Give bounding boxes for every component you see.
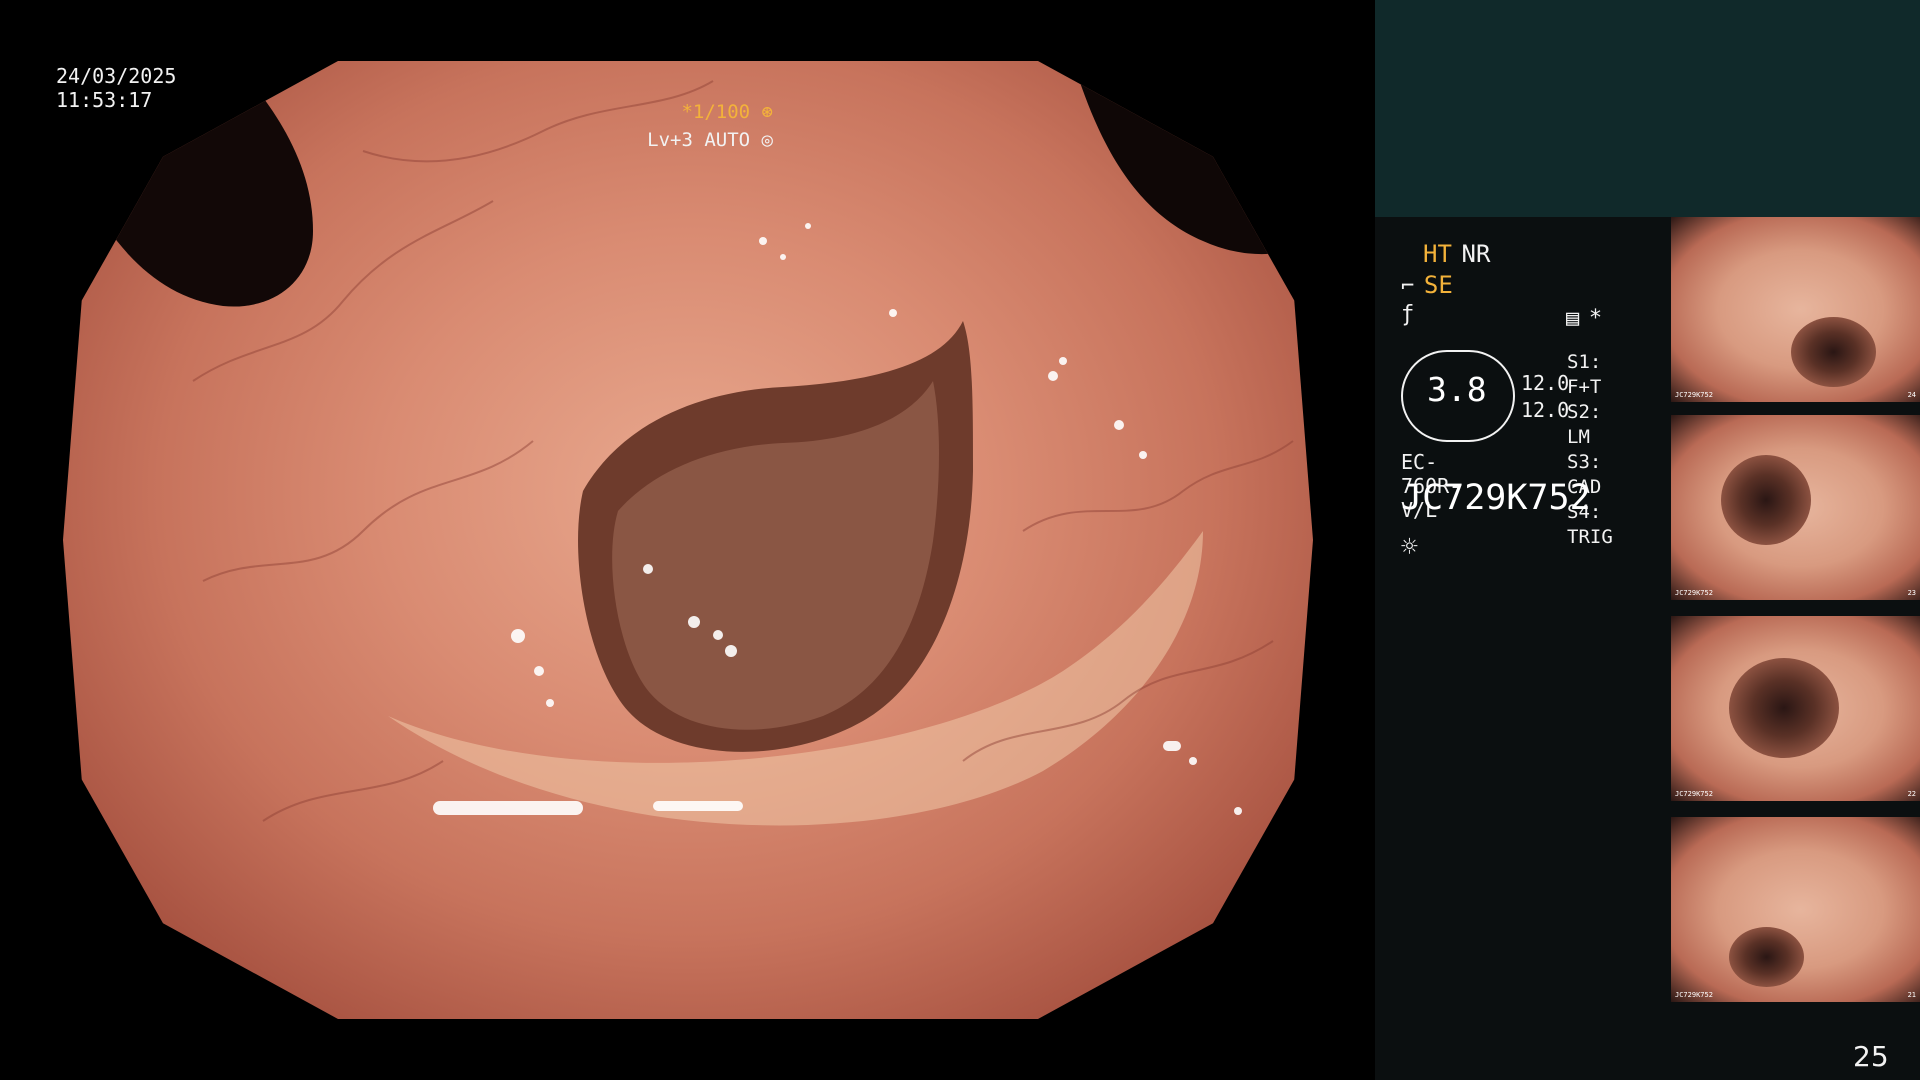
lv-setting: Lv+3 AUTO ◎ (647, 126, 773, 154)
hex-indicator: 3.8 (1401, 350, 1515, 442)
freeze-icon: ƒ (1401, 302, 1415, 327)
right-info-panel: HT NR ⌐ SE ƒ ▤ * 3.8 12.0 12.0 S1: F+T S… (1375, 0, 1920, 1080)
exam-time: 11:53:17 (56, 88, 153, 112)
scope-icon: ⌐ (1401, 274, 1415, 299)
switch-key: S1 (1567, 351, 1590, 373)
iris-icon: ◎ (761, 129, 773, 151)
thumb-label: JC729K752 (1675, 391, 1713, 399)
thumb-lumen (1791, 317, 1876, 387)
thumbnail-24[interactable]: JC729K752 24 (1671, 217, 1920, 402)
nr-label: NR (1461, 240, 1491, 268)
asterisk-label: * (1588, 306, 1603, 331)
panel-top-band (1375, 0, 1920, 217)
hex-side-values: 12.0 12.0 (1521, 370, 1569, 424)
thumbnail-23[interactable]: JC729K752 23 (1671, 415, 1920, 600)
thumb-number: 24 (1907, 391, 1916, 399)
switch-key: S3 (1567, 451, 1590, 473)
switch-key: S2 (1567, 401, 1590, 423)
datetime-block: 24/03/2025 11:53:17 (56, 64, 176, 112)
sun-icon: ☼ (1401, 530, 1418, 563)
page-number: 25 (1853, 1040, 1889, 1073)
mucosa-render (63, 61, 1313, 826)
hex-side-top: 12.0 (1521, 371, 1570, 395)
se-label: SE (1423, 271, 1453, 299)
thumb-number: 21 (1907, 991, 1916, 999)
scope-serial: JC729K752 (1401, 478, 1591, 518)
exam-date: 24/03/2025 (56, 64, 177, 88)
zoom-label: *1/100 (681, 101, 751, 123)
zoom-setting: *1/100 ⊛ (647, 98, 773, 126)
endoscopic-image (63, 61, 1313, 1019)
camera-settings: *1/100 ⊛ Lv+3 AUTO ◎ (647, 98, 773, 154)
thumbnail-22[interactable]: JC729K752 22 (1671, 616, 1920, 801)
thumbnail-strip: JC729K752 24 JC729K752 23 JC729K752 22 J… (1671, 217, 1920, 1007)
switch-item-s2: S2: LM (1567, 401, 1602, 448)
hex-value: 3.8 (1427, 370, 1487, 409)
thumb-lumen (1721, 455, 1811, 545)
list-icon: ▤ (1566, 306, 1580, 331)
ht-label: HT (1423, 240, 1452, 268)
thumb-label: JC729K752 (1675, 589, 1713, 597)
switch-list: S1: F+T S2: LM S3: CAD S4: TRIG (1567, 350, 1613, 550)
thumb-number: 22 (1907, 790, 1916, 798)
thumbnail-21[interactable]: JC729K752 21 (1671, 817, 1920, 1002)
thumb-number: 23 (1907, 589, 1916, 597)
thumb-label: JC729K752 (1675, 991, 1713, 999)
lv-label: Lv+3 AUTO (647, 129, 751, 151)
switch-value: LM (1567, 426, 1590, 448)
endoscopy-display-area: 24/03/2025 11:53:17 *1/100 ⊛ Lv+3 AUTO ◎ (0, 0, 1375, 1080)
switch-value: TRIG (1567, 526, 1613, 548)
hex-side-bottom: 12.0 (1521, 398, 1570, 422)
shutter-icon: ⊛ (761, 101, 773, 123)
thumb-lumen (1729, 927, 1804, 987)
switch-item-s1: S1: F+T (1567, 351, 1602, 398)
thumb-label: JC729K752 (1675, 790, 1713, 798)
switch-value: F+T (1567, 376, 1602, 398)
thumb-lumen (1729, 658, 1839, 758)
